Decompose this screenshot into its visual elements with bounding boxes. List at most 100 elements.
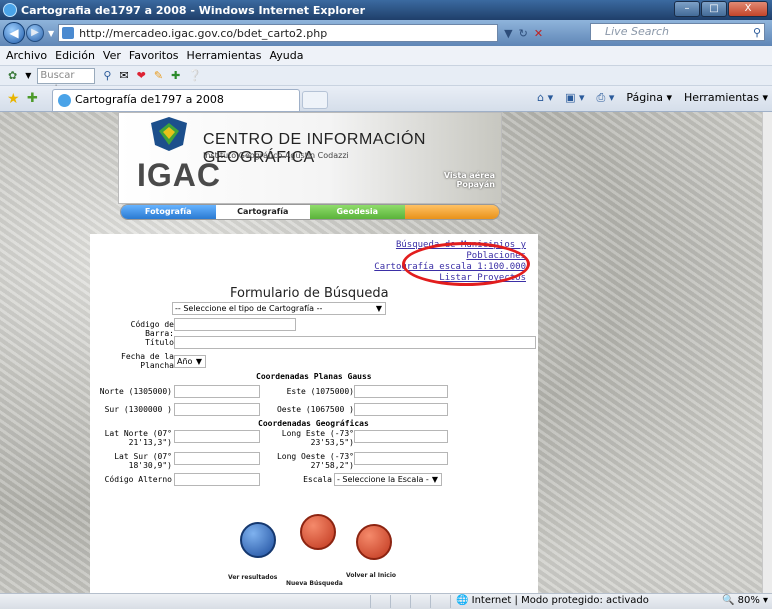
- search-placeholder: Live Search: [605, 25, 669, 38]
- toolbar-heart-icon[interactable]: ❤: [137, 69, 146, 82]
- norte-input[interactable]: [174, 385, 260, 398]
- history-dropdown-icon[interactable]: ▼: [48, 29, 54, 38]
- titulo-label: Título: [145, 338, 174, 347]
- fecha-label-line1: Fecha de la: [121, 352, 174, 361]
- print-icon[interactable]: ⎙ ▾: [597, 91, 615, 105]
- anio-select-value: Año: [177, 357, 193, 366]
- ver-resultados-button[interactable]: [240, 522, 276, 558]
- search-web-input[interactable]: Buscar web..: [37, 67, 96, 95]
- codigo-barra-input[interactable]: [174, 318, 296, 331]
- command-bar: ⌂ ▾ ▣ ▾ ⎙ ▾ Página ▾ Herramientas ▾: [537, 91, 768, 105]
- banner-title: CENTRO DE INFORMACIÓN GEOGRÁFICA: [203, 131, 426, 166]
- minimize-icon[interactable]: –: [674, 1, 700, 17]
- escala-label: Escala: [303, 475, 332, 484]
- chevron-down-icon: ▼: [195, 357, 202, 366]
- codigo-alterno-label: Código Alterno: [104, 475, 172, 484]
- search-icon[interactable]: ⚲: [753, 25, 761, 41]
- page-menu[interactable]: Página ▾: [626, 91, 672, 105]
- sur-input[interactable]: [174, 403, 260, 416]
- photo-caption: Vista aérea Popayán: [444, 171, 495, 189]
- tipo-cartografia-select[interactable]: -- Seleccione el tipo de Cartografía -- …: [172, 302, 386, 315]
- menu-herramientas[interactable]: Herramientas: [187, 49, 262, 62]
- menu-archivo[interactable]: Archivo: [6, 49, 47, 62]
- zoom-level[interactable]: 🔍 80% ▾: [722, 595, 768, 606]
- long-oeste-input[interactable]: [354, 452, 448, 465]
- page-menu-label: Página: [626, 91, 663, 104]
- live-search-input[interactable]: Live Search ⚲: [590, 23, 765, 41]
- igac-logo-icon: [151, 117, 187, 151]
- search-toolbar: ✿ ▼ Buscar web.. ⚲ ✉ ❤ ✎ ✚ ❔: [0, 66, 772, 95]
- nav-cartografia[interactable]: Cartografía: [215, 205, 310, 219]
- feeds-icon[interactable]: ▣ ▾: [565, 91, 584, 105]
- anio-select[interactable]: Año ▼: [174, 355, 206, 368]
- url-dropdown-icon[interactable]: ▼: [504, 27, 512, 40]
- url-text: http://mercadeo.igac.gov.co/bdet_carto2.…: [79, 26, 328, 40]
- toolbar-paint-icon[interactable]: ✎: [154, 69, 163, 82]
- add-favorites-icon[interactable]: ✚: [27, 91, 38, 106]
- este-input[interactable]: [354, 385, 448, 398]
- favorites-star-icon[interactable]: ★: [7, 91, 20, 107]
- toolbar-help-icon[interactable]: ❔: [188, 69, 202, 82]
- igac-banner: IGAC CENTRO DE INFORMACIÓN GEOGRÁFICA In…: [118, 112, 502, 204]
- toolbar-logo-icon[interactable]: ✿: [8, 69, 17, 82]
- form-title: Formulario de Búsqueda: [230, 286, 389, 301]
- toolbar-dropdown-icon[interactable]: ▼: [25, 71, 31, 80]
- lat-norte-line2: 21'13,3"): [128, 438, 172, 447]
- page-icon: [62, 27, 75, 39]
- ie-icon: [3, 3, 17, 17]
- tools-menu-label: Herramientas: [684, 91, 759, 104]
- tools-menu[interactable]: Herramientas ▾: [684, 91, 768, 105]
- forward-button[interactable]: ▶: [26, 24, 44, 42]
- address-tools: ▼ ↻ ✕: [504, 27, 543, 40]
- tab-cartografia[interactable]: Cartografía de1797 a 2008: [52, 89, 300, 111]
- nav-extra[interactable]: [404, 205, 499, 219]
- window-controls: – □ X: [674, 1, 768, 17]
- photo-caption-line1: Vista aérea: [443, 171, 495, 180]
- oeste-input[interactable]: [354, 403, 448, 416]
- nueva-busqueda-label: Nueva Búsqueda: [286, 580, 343, 587]
- menu-ver[interactable]: Ver: [103, 49, 121, 62]
- home-icon[interactable]: ⌂ ▾: [537, 91, 553, 105]
- highlight-oval: [402, 242, 530, 286]
- menu-edicion[interactable]: Edición: [55, 49, 95, 62]
- codigo-alterno-input[interactable]: [174, 473, 260, 486]
- nav-geodesia[interactable]: Geodesia: [310, 205, 405, 219]
- titulo-input[interactable]: [174, 336, 536, 349]
- tab-bar: ★ ✚ Cartografía de1797 a 2008 ⌂ ▾ ▣ ▾ ⎙ …: [0, 86, 772, 112]
- maximize-icon[interactable]: □: [701, 1, 727, 17]
- security-zone[interactable]: 🌐 Internet | Modo protegido: activado: [456, 595, 649, 606]
- status-separator: [390, 595, 391, 608]
- long-este-input[interactable]: [354, 430, 448, 443]
- long-oeste-line1: Long Oeste (-73°: [276, 452, 354, 461]
- stop-icon[interactable]: ✕: [534, 27, 543, 40]
- fecha-label: Fecha de la Plancha: [102, 352, 174, 370]
- lat-norte-input[interactable]: [174, 430, 260, 443]
- toolbar-mail-icon[interactable]: ✉: [119, 69, 128, 82]
- lat-norte-label: Lat Norte (07° 21'13,3"): [92, 429, 172, 447]
- norte-label: Norte (1305000): [99, 387, 172, 396]
- nav-fotografia[interactable]: Fotografía: [121, 205, 216, 219]
- back-button[interactable]: ◀: [3, 22, 25, 44]
- volver-inicio-button[interactable]: [356, 524, 392, 560]
- window-title: Cartografia de1797 a 2008 - Windows Inte…: [21, 3, 366, 17]
- long-oeste-label: Long Oeste (-73° 27'58,2"): [270, 452, 354, 470]
- toolbar-search-icon[interactable]: ⚲: [103, 69, 111, 82]
- menu-ayuda[interactable]: Ayuda: [269, 49, 303, 62]
- zone-text: Internet | Modo protegido: activado: [471, 595, 649, 606]
- lat-sur-input[interactable]: [174, 452, 260, 465]
- chevron-down-icon: ▼: [375, 304, 382, 313]
- close-icon[interactable]: X: [728, 1, 768, 17]
- new-tab-button[interactable]: [302, 91, 328, 109]
- toolbar-plus-icon[interactable]: ✚: [171, 69, 180, 82]
- nueva-busqueda-button[interactable]: [300, 514, 336, 550]
- address-bar[interactable]: http://mercadeo.igac.gov.co/bdet_carto2.…: [58, 24, 499, 42]
- volver-inicio-label: Volver al Inicio: [346, 572, 397, 579]
- menu-favoritos[interactable]: Favoritos: [129, 49, 179, 62]
- page-content: IGAC CENTRO DE INFORMACIÓN GEOGRÁFICA In…: [0, 112, 762, 593]
- status-separator: [370, 595, 371, 608]
- fecha-label-line2: Plancha: [140, 361, 174, 370]
- status-separator: [430, 595, 431, 608]
- refresh-icon[interactable]: ↻: [519, 27, 528, 40]
- escala-select[interactable]: - Seleccione la Escala - ▼: [334, 473, 442, 486]
- vertical-scrollbar[interactable]: [762, 112, 772, 593]
